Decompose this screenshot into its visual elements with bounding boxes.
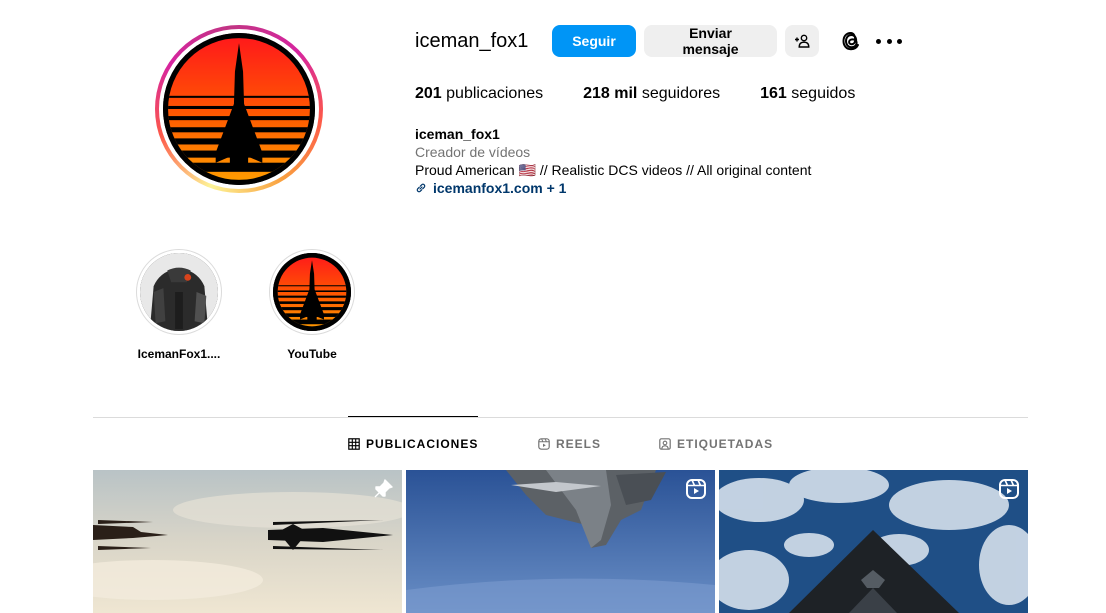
- tab-posts[interactable]: PUBLICACIONES: [348, 437, 478, 451]
- link-icon: [416, 183, 426, 193]
- add-user-icon: [795, 34, 810, 48]
- tab-reels[interactable]: REELS: [538, 437, 601, 451]
- pin-icon: [374, 479, 393, 498]
- profile-avatar[interactable]: [155, 25, 323, 193]
- following-count[interactable]: 161 seguidos: [760, 85, 855, 103]
- posts-count: 201 publicaciones: [415, 85, 544, 102]
- post-thumbnail[interactable]: [719, 470, 1028, 613]
- avatar-image: [163, 33, 315, 185]
- tab-tagged[interactable]: ETIQUETADAS: [659, 437, 773, 451]
- send-message-button[interactable]: Enviar mensaje: [644, 25, 777, 57]
- post-image: [93, 470, 402, 613]
- post-image: [406, 470, 715, 613]
- highlight-image: [273, 253, 351, 331]
- highlight-image: [140, 253, 218, 331]
- bio-name: iceman_fox1: [415, 126, 500, 142]
- highlight-label: IcemanFox1....: [137, 347, 221, 361]
- follow-button[interactable]: Seguir: [552, 25, 636, 57]
- suggest-users-button[interactable]: [785, 25, 819, 57]
- active-tab-indicator: [348, 416, 478, 417]
- more-options-icon[interactable]: [876, 32, 902, 50]
- bio-link[interactable]: icemanfox1.com + 1: [415, 179, 811, 197]
- grid-icon: [348, 438, 360, 450]
- reel-icon: [686, 479, 706, 499]
- followers-count[interactable]: 218 mil seguidores: [583, 85, 720, 103]
- highlight-item[interactable]: IcemanFox1....: [136, 249, 222, 361]
- highlight-item[interactable]: YouTube: [269, 249, 355, 361]
- threads-icon[interactable]: [838, 28, 864, 54]
- reels-icon: [538, 438, 550, 450]
- bio-text: Proud American 🇺🇸 // Realistic DCS video…: [415, 162, 812, 178]
- bio-category: Creador de vídeos: [415, 144, 531, 160]
- tagged-icon: [659, 438, 671, 450]
- highlight-label: YouTube: [287, 347, 337, 361]
- reel-icon: [999, 479, 1019, 499]
- post-image: [719, 470, 1028, 613]
- tabs-divider: [93, 417, 1028, 418]
- post-thumbnail[interactable]: [93, 470, 402, 613]
- post-thumbnail[interactable]: [406, 470, 715, 613]
- profile-username: iceman_fox1: [415, 30, 529, 52]
- profile-bio: iceman_fox1 Creador de vídeos Proud Amer…: [415, 125, 811, 197]
- profile-stats: 201 publicaciones 218 mil seguidores 161…: [415, 85, 895, 103]
